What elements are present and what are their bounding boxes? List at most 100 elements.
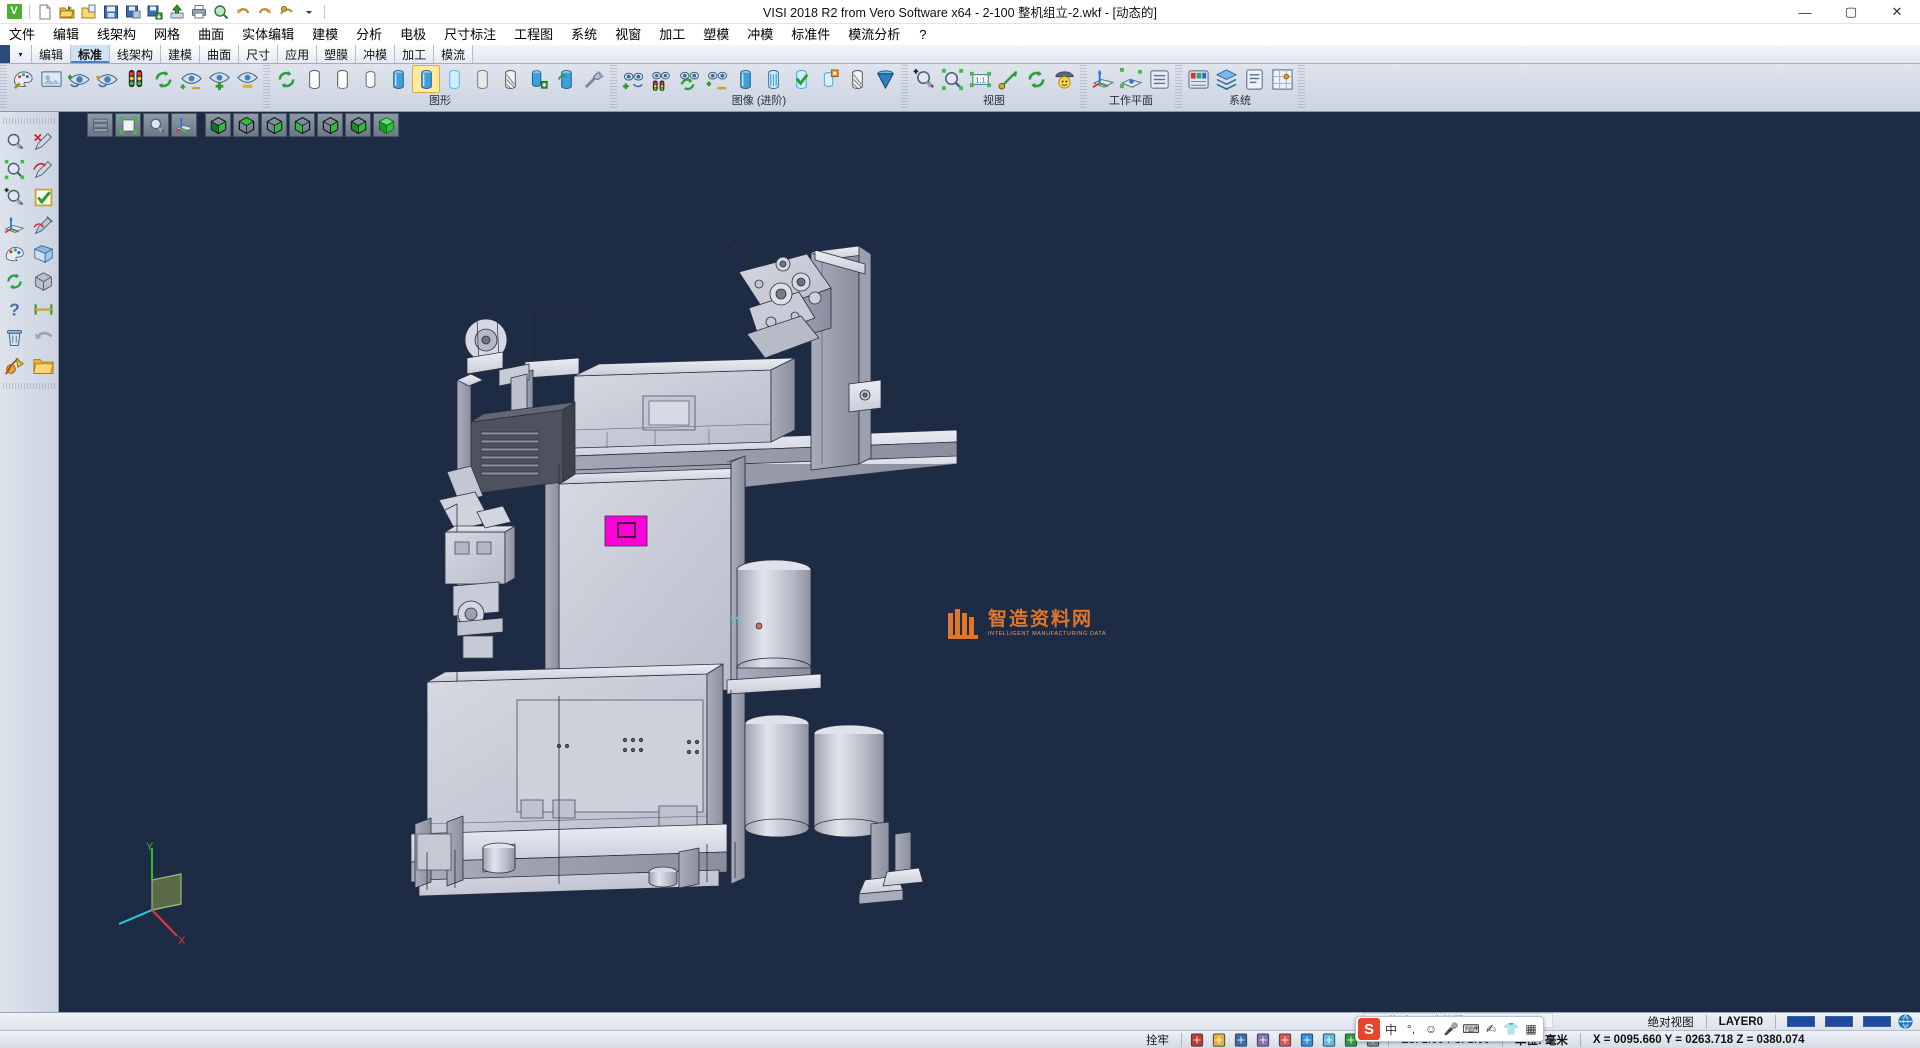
shade-outline-icon[interactable] xyxy=(356,65,384,93)
workplane-list-icon[interactable] xyxy=(1145,65,1173,93)
print-preview-icon[interactable] xyxy=(211,2,231,22)
blend-icon[interactable] xyxy=(0,351,29,379)
ribbon-group-handle[interactable] xyxy=(901,65,908,109)
menu-mould[interactable]: 塑模 xyxy=(694,24,738,45)
solid-shade-icon[interactable] xyxy=(871,65,899,93)
hide-all-icon[interactable] xyxy=(233,65,261,93)
shade-flat-icon[interactable] xyxy=(384,65,412,93)
menu-progress-die[interactable]: 冲模 xyxy=(738,24,782,45)
ribbon-group-handle[interactable] xyxy=(1080,65,1087,109)
menu-electrode[interactable]: 电极 xyxy=(391,24,435,45)
ime-keyboard-icon[interactable]: ⌨ xyxy=(1461,1018,1481,1040)
select-check-icon[interactable] xyxy=(29,183,58,211)
draw-line-icon[interactable] xyxy=(29,127,58,155)
snap-grid-icon[interactable] xyxy=(1188,1032,1206,1048)
view-refresh-icon[interactable] xyxy=(675,65,703,93)
ime-emoji-icon[interactable]: ☺ xyxy=(1421,1018,1441,1040)
maximize-button[interactable]: ▢ xyxy=(1828,0,1874,24)
save-icon[interactable] xyxy=(101,2,121,22)
ime-handwriting-icon[interactable]: ✍ xyxy=(1481,1018,1501,1040)
new-icon[interactable] xyxy=(35,2,55,22)
menu-dimension[interactable]: 尺寸标注 xyxy=(435,24,505,45)
workplane-icon[interactable] xyxy=(0,211,29,239)
menu-mesh[interactable]: 网格 xyxy=(145,24,189,45)
print-icon[interactable] xyxy=(189,2,209,22)
ime-skin-icon[interactable]: 👕 xyxy=(1501,1018,1521,1040)
window-controls[interactable]: — ▢ ✕ xyxy=(1782,0,1920,24)
menu-wireframe[interactable]: 线架构 xyxy=(88,24,145,45)
ime-toolbar[interactable]: S 中°,☺🎤⌨✍👕▦ xyxy=(1355,1016,1544,1042)
qat-dropdown-icon[interactable] xyxy=(299,2,319,22)
shade-section-icon[interactable] xyxy=(496,65,524,93)
toolbar-drag-handle[interactable] xyxy=(3,118,55,124)
refresh-view-icon[interactable] xyxy=(149,65,177,93)
3d-viewport[interactable]: 智造资料网 INTELLIGENT MANUFACTURING DATA Y X xyxy=(59,112,1920,1012)
menu-window[interactable]: 视窗 xyxy=(606,24,650,45)
pan-icon[interactable] xyxy=(994,65,1022,93)
color-swatch-1[interactable] xyxy=(1787,1016,1815,1027)
open-copy-icon[interactable] xyxy=(79,2,99,22)
menu-machining[interactable]: 加工 xyxy=(650,24,694,45)
ime-voice-icon[interactable]: 🎤 xyxy=(1441,1018,1461,1040)
shade-grey-icon[interactable] xyxy=(468,65,496,93)
tab-die[interactable]: 冲模 xyxy=(356,45,395,63)
tab-application[interactable]: 应用 xyxy=(278,45,317,63)
show-hide-toggle-icon[interactable] xyxy=(177,65,205,93)
color-palette-icon[interactable] xyxy=(0,239,29,267)
tab-dropdown-icon[interactable]: ▾ xyxy=(10,45,32,63)
snap-point-icon[interactable] xyxy=(1210,1032,1228,1048)
shade-options-icon[interactable] xyxy=(815,65,843,93)
open-icon[interactable] xyxy=(57,2,77,22)
hide-entity-icon[interactable] xyxy=(93,65,121,93)
tab-standard[interactable]: 标准 xyxy=(71,45,110,63)
ime-toolbox-icon[interactable]: ▦ xyxy=(1521,1018,1541,1040)
render-off-icon[interactable] xyxy=(580,65,608,93)
undo-icon[interactable] xyxy=(233,2,253,22)
tab-surface[interactable]: 曲面 xyxy=(200,45,239,63)
menu-modeling[interactable]: 建模 xyxy=(303,24,347,45)
toolbar-drag-handle-bottom[interactable] xyxy=(3,383,55,389)
view-show-icon[interactable] xyxy=(619,65,647,93)
entity-info-icon[interactable] xyxy=(1240,65,1268,93)
save-all-icon[interactable] xyxy=(145,2,165,22)
cad-model-drawing[interactable] xyxy=(59,112,1920,1012)
shade-wire-icon[interactable] xyxy=(300,65,328,93)
dynamic-view-icon[interactable] xyxy=(1050,65,1078,93)
snap-key-icon[interactable] xyxy=(1232,1032,1250,1048)
check-shade-icon[interactable] xyxy=(787,65,815,93)
menu-analysis[interactable]: 分析 xyxy=(347,24,391,45)
zoom-scale-1-1-icon[interactable]: 1:1 xyxy=(966,65,994,93)
layer-image-icon[interactable] xyxy=(37,65,65,93)
shade-smooth-icon[interactable] xyxy=(412,65,440,93)
undo-action-icon[interactable] xyxy=(29,323,58,351)
dynamic-stripes-icon[interactable] xyxy=(759,65,787,93)
redraw-screen-icon[interactable] xyxy=(0,267,29,295)
ribbon-group-handle[interactable] xyxy=(0,65,7,109)
help-icon[interactable]: ? xyxy=(0,295,29,323)
tab-dimension[interactable]: 尺寸 xyxy=(239,45,278,63)
measure-icon[interactable] xyxy=(29,295,58,323)
wire-view-icon[interactable] xyxy=(843,65,871,93)
color-swatch-3[interactable] xyxy=(1863,1016,1891,1027)
menu-flow-analysis[interactable]: 模流分析 xyxy=(839,24,909,45)
shade-cube-icon[interactable] xyxy=(29,267,58,295)
export-icon[interactable] xyxy=(167,2,187,22)
show-all-icon[interactable] xyxy=(205,65,233,93)
ime-punctuation[interactable]: °, xyxy=(1401,1018,1421,1040)
ribbon-group-handle[interactable] xyxy=(1175,65,1182,109)
tab-modeling[interactable]: 建模 xyxy=(161,45,200,63)
shade-hidden-icon[interactable] xyxy=(328,65,356,93)
snap-solid-icon[interactable] xyxy=(1298,1032,1316,1048)
tab-machining[interactable]: 加工 xyxy=(395,45,434,63)
fit-selection-icon[interactable] xyxy=(0,155,29,183)
menu-help[interactable]: ? xyxy=(909,24,936,45)
ime-mode-chinese[interactable]: 中 xyxy=(1381,1018,1401,1040)
show-entity-icon[interactable] xyxy=(65,65,93,93)
layer-manager-icon[interactable] xyxy=(1212,65,1240,93)
layer-view-icon[interactable] xyxy=(29,239,58,267)
zoom-window-icon[interactable] xyxy=(0,127,29,155)
lock-label[interactable]: 拴牢 xyxy=(1140,1032,1175,1048)
redo-icon[interactable] xyxy=(255,2,275,22)
menu-edit[interactable]: 编辑 xyxy=(44,24,88,45)
minimize-button[interactable]: — xyxy=(1782,0,1828,24)
